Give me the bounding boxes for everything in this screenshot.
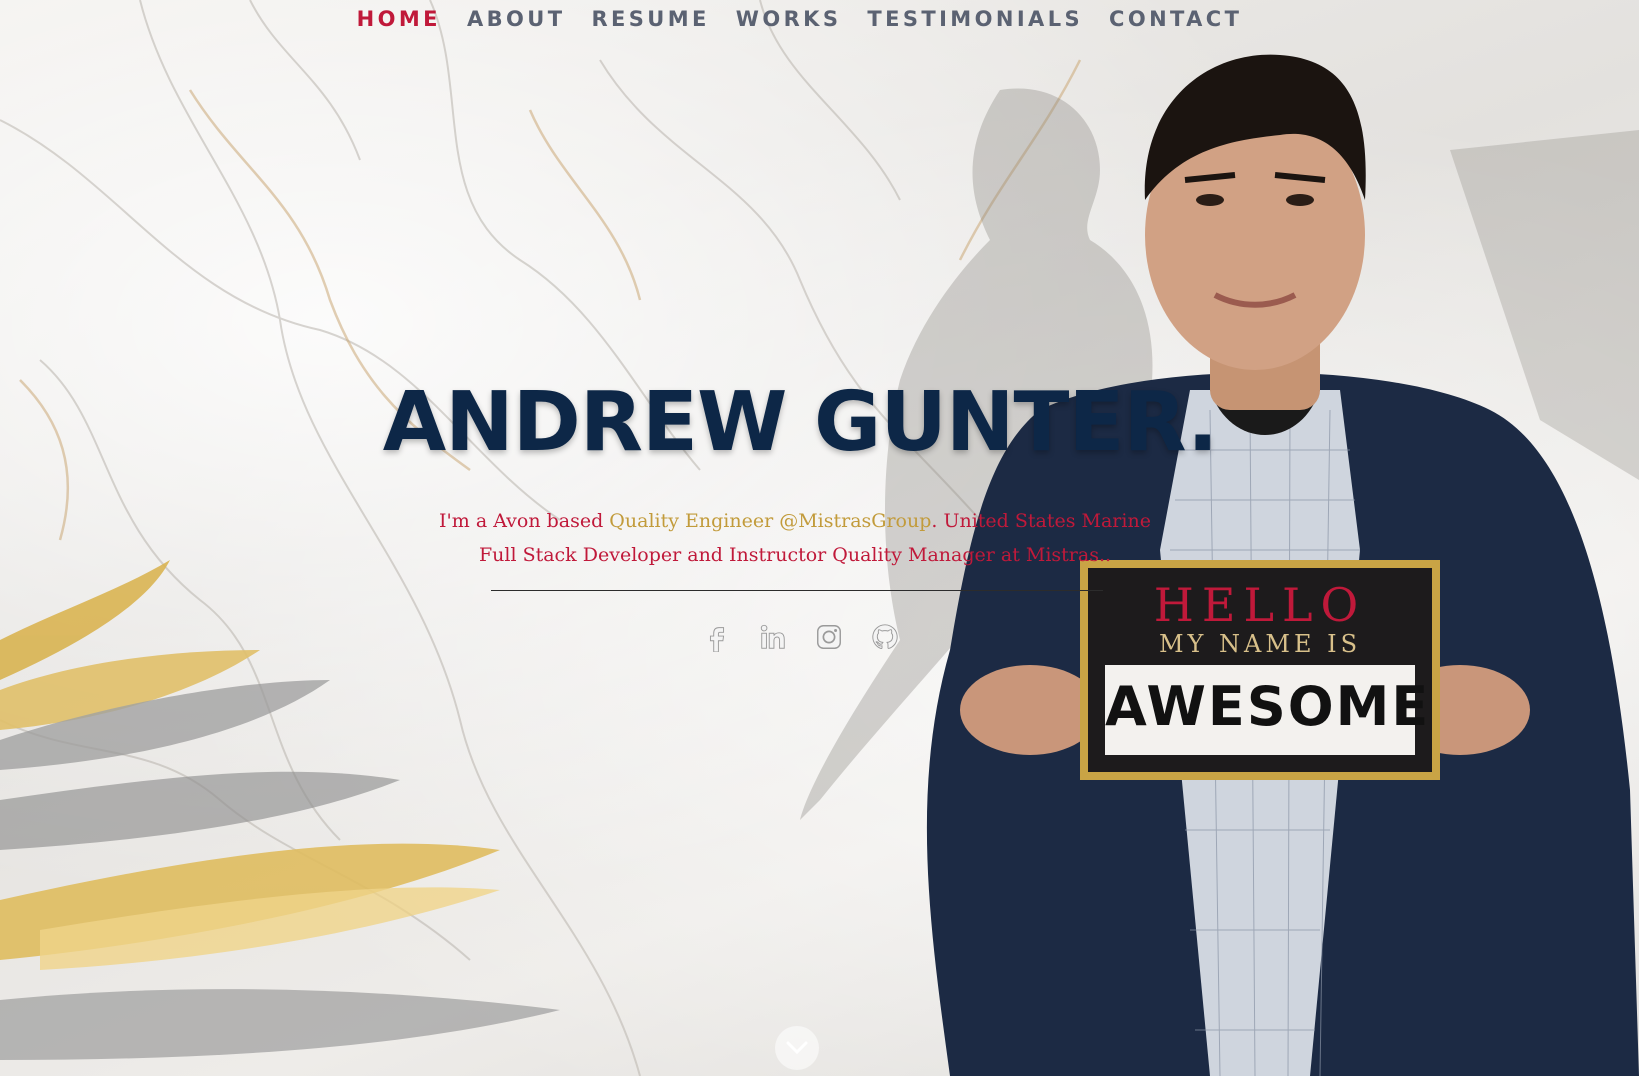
tagline-prefix: I'm a Avon based bbox=[439, 510, 610, 532]
nav-about[interactable]: ABOUT bbox=[467, 7, 566, 31]
hero-tagline: I'm a Avon based Quality Engineer @Mistr… bbox=[430, 504, 1160, 572]
sign-my-name-is-text: MY NAME IS bbox=[1158, 630, 1362, 658]
social-links bbox=[700, 620, 902, 654]
hero-title: ANDREW GUNTER. bbox=[382, 375, 1219, 470]
linkedin-link[interactable] bbox=[756, 620, 790, 654]
sign-hello-text: HELLO bbox=[1153, 578, 1367, 632]
nav-testimonials[interactable]: TESTIMONIALS bbox=[867, 7, 1083, 31]
tagline-highlight[interactable]: Quality Engineer @MistrasGroup bbox=[609, 510, 931, 532]
facebook-link[interactable] bbox=[700, 620, 734, 654]
github-icon bbox=[872, 624, 898, 650]
hero-divider bbox=[491, 590, 1103, 591]
nav-home[interactable]: HOME bbox=[357, 7, 441, 31]
main-nav: HOME ABOUT RESUME WORKS TESTIMONIALS CON… bbox=[0, 0, 1639, 38]
chevron-down-icon bbox=[786, 1041, 808, 1055]
github-link[interactable] bbox=[868, 620, 902, 654]
nav-resume[interactable]: RESUME bbox=[591, 7, 709, 31]
instagram-link[interactable] bbox=[812, 620, 846, 654]
nav-works[interactable]: WORKS bbox=[736, 7, 842, 31]
instagram-icon bbox=[817, 625, 841, 649]
facebook-icon bbox=[709, 627, 725, 652]
nav-contact[interactable]: CONTACT bbox=[1109, 7, 1242, 31]
hero-section: HELLO MY NAME IS AWESOME HOME ABOUT RESU… bbox=[0, 0, 1639, 1076]
linkedin-icon bbox=[760, 624, 785, 649]
sign-awesome-text: AWESOME bbox=[1105, 675, 1431, 738]
scroll-down-button[interactable] bbox=[775, 1026, 819, 1070]
